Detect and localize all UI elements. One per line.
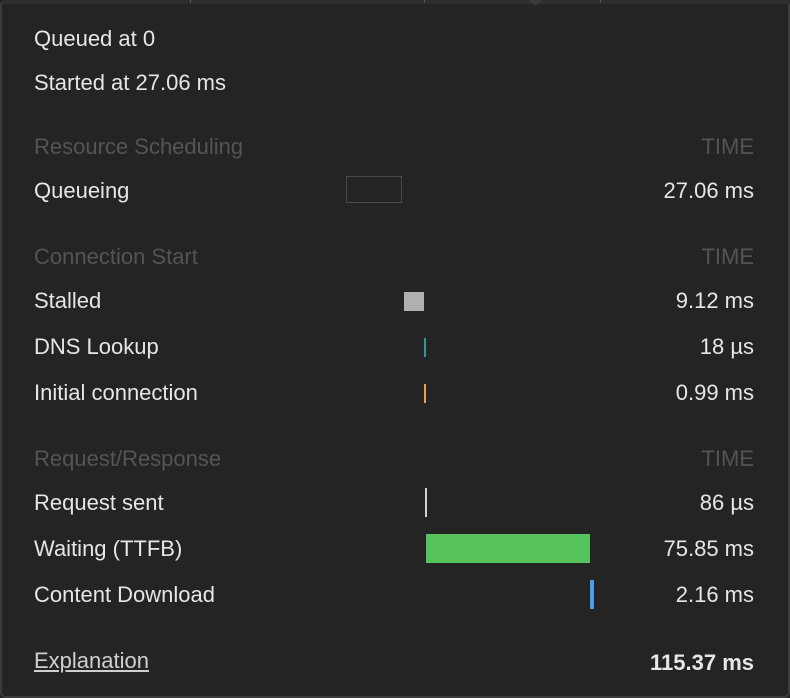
time-column-header: TIME [701,244,754,269]
dns-lookup-bar [424,338,426,357]
section-header-resource-scheduling: Resource Scheduling [34,134,244,159]
initial-connection-label: Initial connection [34,380,198,405]
stalled-value: 9.12 ms [675,288,754,313]
section-header-request-response: Request/Response [34,446,222,471]
request-sent-value: 86 µs [699,490,754,515]
started-at-text: Started at 27.06 ms [34,70,226,95]
waiting-ttfb-value: 75.85 ms [663,536,755,561]
waiting-ttfb-label: Waiting (TTFB) [34,536,183,561]
content-download-bar [590,580,594,609]
queueing-label: Queueing [34,178,130,203]
explanation-link[interactable]: Explanation [34,648,149,674]
dns-lookup-label: DNS Lookup [34,334,159,359]
queueing-value: 27.06 ms [663,178,755,203]
top-strip [2,0,790,4]
stalled-bar [404,292,424,311]
time-column-header: TIME [701,134,754,159]
tick [190,0,191,3]
initial-connection-bar [424,384,426,403]
queued-at-text: Queued at 0 [34,26,156,51]
stalled-label: Stalled [34,288,102,313]
queueing-bar [346,176,402,203]
time-column-header: TIME [701,446,754,471]
initial-connection-value: 0.99 ms [675,380,754,405]
tick [600,0,601,3]
total-time-value: 115.37 ms [650,650,754,675]
section-header-connection-start: Connection Start [34,244,198,269]
waiting-ttfb-bar [426,534,590,563]
request-sent-label: Request sent [34,490,164,515]
content-download-label: Content Download [34,582,216,607]
content-download-value: 2.16 ms [675,582,754,607]
request-sent-bar [425,488,427,517]
dns-lookup-value: 18 µs [699,334,754,359]
tick [424,0,425,3]
